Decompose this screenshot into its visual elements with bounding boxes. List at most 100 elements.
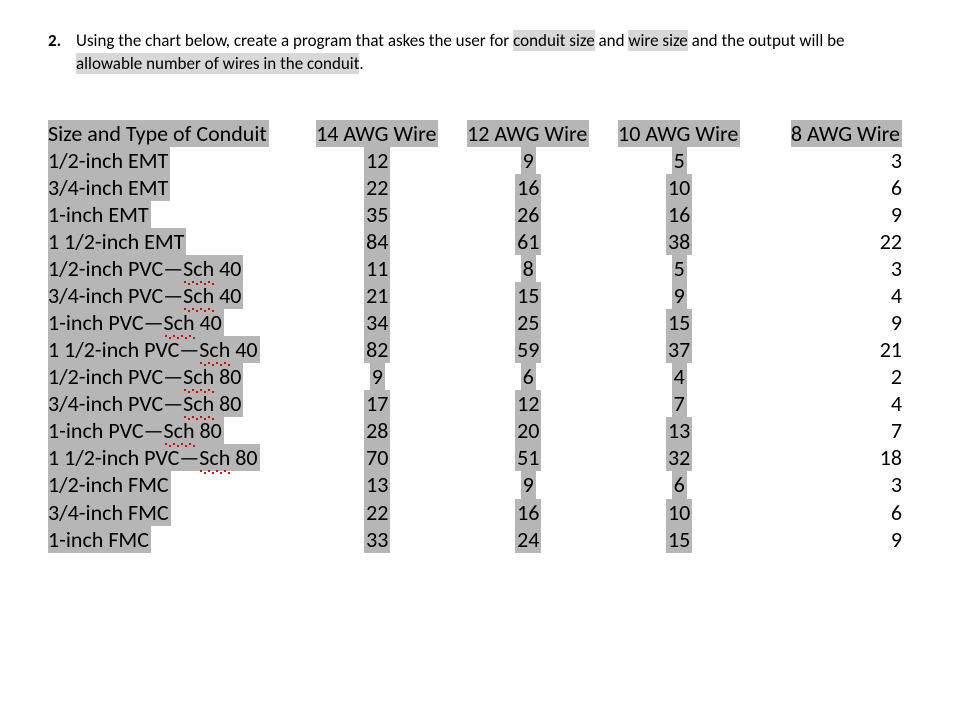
cell-value: 16 [453,499,604,526]
cell-value: 9 [453,147,604,174]
cell-value: 9 [755,309,906,336]
cell-value: 16 [453,174,604,201]
cell-value: 28 [302,417,453,444]
q-post: . [359,53,363,74]
cell-value: 82 [302,336,453,363]
cell-value: 3 [755,255,906,282]
cell-value: 6 [755,499,906,526]
cell-value: 21 [302,282,453,309]
q-mid2: and the output will be [688,30,845,51]
cell-value: 18 [755,444,906,471]
cell-conduit-label: 1 1/2-inch PVC—Sch 80 [48,444,302,471]
cell-value: 6 [604,471,755,498]
table-row: 1 1/2-inch PVC—Sch 8070513218 [48,444,906,471]
q-highlight-output: allowable number of wires in the conduit [76,53,359,74]
table-row: 1-inch FMC3324159 [48,526,906,553]
table-header-row: Size and Type of Conduit 14 AWG Wire 12 … [48,120,906,147]
q-highlight-wire: wire size [628,30,687,51]
table-row: 3/4-inch EMT2216106 [48,174,906,201]
cell-value: 20 [453,417,604,444]
cell-value: 24 [453,526,604,553]
cell-conduit-label: 3/4-inch FMC [48,499,302,526]
cell-value: 22 [302,174,453,201]
cell-value: 59 [453,336,604,363]
cell-value: 22 [302,499,453,526]
cell-value: 9 [302,363,453,390]
cell-value: 25 [453,309,604,336]
cell-value: 11 [302,255,453,282]
header-12awg: 12 AWG Wire [453,120,604,147]
table-body: 1/2-inch EMT129533/4-inch EMT22161061-in… [48,147,906,553]
cell-value: 13 [302,471,453,498]
table-row: 3/4-inch FMC2216106 [48,499,906,526]
cell-value: 4 [755,282,906,309]
table-row: 1/2-inch PVC—Sch 809642 [48,363,906,390]
header-conduit: Size and Type of Conduit [48,120,302,147]
cell-conduit-label: 1/2-inch FMC [48,471,302,498]
table-row: 1/2-inch EMT12953 [48,147,906,174]
data-table-wrap: Size and Type of Conduit 14 AWG Wire 12 … [48,120,906,553]
cell-value: 6 [453,363,604,390]
cell-value: 15 [604,309,755,336]
cell-conduit-label: 1-inch PVC—Sch 40 [48,309,302,336]
cell-value: 6 [755,174,906,201]
cell-value: 8 [453,255,604,282]
cell-conduit-label: 1/2-inch PVC—Sch 80 [48,363,302,390]
cell-value: 3 [755,471,906,498]
cell-value: 12 [453,390,604,417]
cell-value: 61 [453,228,604,255]
table-row: 1 1/2-inch EMT84613822 [48,228,906,255]
cell-value: 16 [604,201,755,228]
cell-value: 5 [604,147,755,174]
cell-value: 9 [453,471,604,498]
cell-conduit-label: 3/4-inch PVC—Sch 80 [48,390,302,417]
cell-value: 33 [302,526,453,553]
cell-value: 10 [604,174,755,201]
header-10awg: 10 AWG Wire [604,120,755,147]
cell-value: 7 [604,390,755,417]
table-row: 1/2-inch PVC—Sch 4011853 [48,255,906,282]
cell-value: 15 [604,526,755,553]
cell-value: 13 [604,417,755,444]
cell-value: 2 [755,363,906,390]
conduit-table: Size and Type of Conduit 14 AWG Wire 12 … [48,120,906,553]
table-row: 1-inch PVC—Sch 403425159 [48,309,906,336]
cell-value: 22 [755,228,906,255]
q-mid1: and [595,30,629,51]
table-row: 1-inch EMT3526169 [48,201,906,228]
table-row: 1-inch PVC—Sch 802820137 [48,417,906,444]
q-highlight-conduit: conduit size [513,30,595,51]
question-number: 2. [48,30,76,76]
table-row: 3/4-inch PVC—Sch 80171274 [48,390,906,417]
cell-value: 17 [302,390,453,417]
cell-value: 5 [604,255,755,282]
cell-value: 15 [453,282,604,309]
question-text: Using the chart below, create a program … [76,30,906,76]
cell-value: 35 [302,201,453,228]
cell-value: 32 [604,444,755,471]
cell-value: 38 [604,228,755,255]
cell-value: 34 [302,309,453,336]
cell-value: 4 [604,363,755,390]
cell-value: 37 [604,336,755,363]
cell-conduit-label: 1 1/2-inch EMT [48,228,302,255]
cell-conduit-label: 1/2-inch PVC—Sch 40 [48,255,302,282]
cell-conduit-label: 1-inch EMT [48,201,302,228]
question-block: 2. Using the chart below, create a progr… [48,30,906,76]
cell-value: 21 [755,336,906,363]
header-14awg: 14 AWG Wire [302,120,453,147]
cell-conduit-label: 1-inch PVC—Sch 80 [48,417,302,444]
cell-value: 3 [755,147,906,174]
q-pre: Using the chart below, create a program … [76,30,513,51]
table-row: 1/2-inch FMC13963 [48,471,906,498]
cell-value: 26 [453,201,604,228]
cell-value: 12 [302,147,453,174]
cell-value: 51 [453,444,604,471]
cell-value: 9 [755,201,906,228]
cell-conduit-label: 1 1/2-inch PVC—Sch 40 [48,336,302,363]
cell-conduit-label: 3/4-inch PVC—Sch 40 [48,282,302,309]
cell-conduit-label: 1/2-inch EMT [48,147,302,174]
cell-conduit-label: 3/4-inch EMT [48,174,302,201]
table-row: 3/4-inch PVC—Sch 40211594 [48,282,906,309]
cell-conduit-label: 1-inch FMC [48,526,302,553]
